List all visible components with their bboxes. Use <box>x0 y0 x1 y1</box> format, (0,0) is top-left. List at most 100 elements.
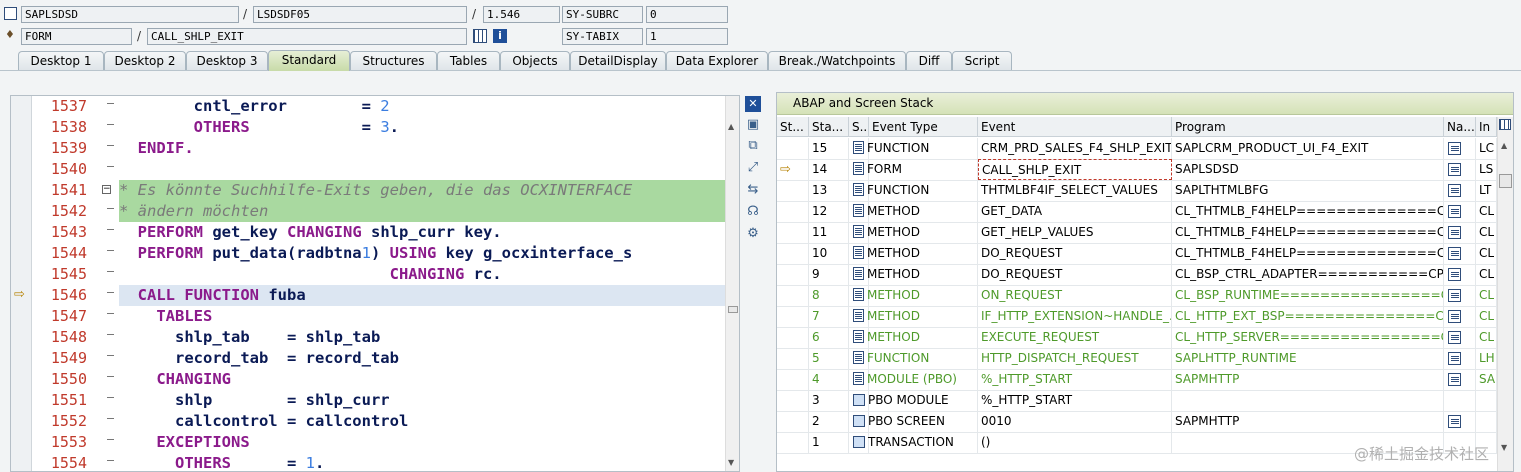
code-line[interactable]: 1544 PERFORM put_data(radbtna1) USING ke… <box>11 243 725 264</box>
navigate-icon[interactable] <box>1448 142 1461 155</box>
line-number[interactable]: 1548 <box>31 327 87 348</box>
code-line[interactable]: 1545 CHANGING rc. <box>11 264 725 285</box>
navigate-icon[interactable] <box>1448 373 1461 386</box>
stack-row[interactable]: 13 FUNCTION THTMLBF4IF_SELECT_VALUES SAPLTH… <box>777 180 1497 202</box>
navigate-icon[interactable] <box>1448 184 1461 197</box>
code-line[interactable]: 1550 CHANGING <box>11 369 725 390</box>
grid-icon[interactable] <box>473 29 487 43</box>
line-number[interactable]: 1547 <box>31 306 87 327</box>
scroll-up-arrow[interactable]: ▲ <box>728 122 734 131</box>
stack-row[interactable]: 3 PBO MODULE %_HTTP_START <box>777 390 1497 412</box>
scroll-thumb[interactable] <box>728 306 738 313</box>
layout-icon[interactable] <box>1499 119 1511 130</box>
navigate-icon[interactable] <box>1448 289 1461 302</box>
stack-row[interactable]: 5 FUNCTION HTTP_DISPATCH_REQUEST SAPLHTTP_R… <box>777 348 1497 370</box>
full-screen-icon[interactable]: ⤢ <box>745 160 761 176</box>
stack-row[interactable]: 10 METHOD DO_REQUEST CL_THTMLB_F4HELP======… <box>777 243 1497 265</box>
tab-diff[interactable]: Diff <box>906 51 952 70</box>
stack-row[interactable]: 12 METHOD GET_DATA CL_THTMLB_F4HELP========… <box>777 201 1497 223</box>
new-tool-icon[interactable]: ▣ <box>745 117 761 133</box>
stack-row[interactable]: 9 METHOD DO_REQUEST CL_BSP_CTRL_ADAPTER====… <box>777 264 1497 286</box>
code-line[interactable]: ⇨ 1546 CALL FUNCTION fuba <box>11 285 725 306</box>
headset-icon[interactable]: ☊ <box>745 204 761 220</box>
line-number[interactable]: 1545 <box>31 264 87 285</box>
line-number[interactable]: 1539 <box>31 138 87 159</box>
swap-tool-icon[interactable]: ⇆ <box>745 182 761 198</box>
stack-row[interactable]: 7 METHOD IF_HTTP_EXTENSION~HANDLE_... CL_HT… <box>777 306 1497 328</box>
code-line[interactable]: 1554 OTHERS = 1. <box>11 453 725 471</box>
column-header-program[interactable]: Program <box>1172 117 1444 137</box>
stack-row[interactable]: ⇨ 14 FORM CALL_SHLP_EXIT SAPLSDSD LS <box>777 159 1497 181</box>
tab-desktop-1[interactable]: Desktop 1 <box>18 51 104 70</box>
line-number[interactable]: 1551 <box>31 390 87 411</box>
scroll-down-arrow[interactable]: ▼ <box>728 458 734 467</box>
column-header-event[interactable]: Event <box>978 117 1172 137</box>
stack-row[interactable]: 6 METHOD EXECUTE_REQUEST CL_HTTP_SERVER====… <box>777 327 1497 349</box>
column-header-status[interactable]: St... <box>777 117 809 137</box>
tab-standard[interactable]: Standard <box>268 50 350 71</box>
line-number[interactable]: 1544 <box>31 243 87 264</box>
code-line[interactable]: 1547 TABLES <box>11 306 725 327</box>
source-code-panel[interactable]: 1537 cntl_error = 2 1538 OTHERS = 3. 1539 … <box>10 95 740 472</box>
code-line[interactable]: 1548 shlp_tab = shlp_tab <box>11 327 725 348</box>
code-line[interactable]: 1553 EXCEPTIONS <box>11 432 725 453</box>
code-line[interactable]: 1541 − * Es könnte Suchhilfe-Exits geben, … <box>11 180 725 201</box>
code-line[interactable]: 1543 PERFORM get_key CHANGING shlp_curr … <box>11 222 725 243</box>
event-field[interactable]: CALL_SHLP_EXIT <box>147 28 467 45</box>
line-number[interactable]: 1554 <box>31 453 87 471</box>
line-number[interactable]: 1553 <box>31 432 87 453</box>
stack-row[interactable]: 11 METHOD GET_HELP_VALUES CL_THTMLB_F4HELP=… <box>777 222 1497 244</box>
stack-vertical-scrollbar[interactable]: ▲ ▼ <box>1497 117 1513 471</box>
column-header-navigate[interactable]: Na... <box>1444 117 1476 137</box>
stack-row[interactable]: 15 FUNCTION CRM_PRD_SALES_F4_SHLP_EXIT SAPL… <box>777 138 1497 160</box>
line-number[interactable]: 1540 <box>31 159 87 180</box>
tab-desktop-3[interactable]: Desktop 3 <box>186 51 268 70</box>
stack-row[interactable]: 8 METHOD ON_REQUEST CL_BSP_RUNTIME=========… <box>777 285 1497 307</box>
navigate-icon[interactable] <box>1448 415 1461 428</box>
tab-data-explorer[interactable]: Data Explorer <box>666 51 768 70</box>
settings-tool-icon[interactable]: ⚙ <box>745 226 761 242</box>
info-icon[interactable]: i <box>493 29 507 43</box>
fold-toggle-icon[interactable]: − <box>102 185 111 194</box>
code-line[interactable]: 1538 OTHERS = 3. <box>11 117 725 138</box>
line-number[interactable]: 1542 <box>31 201 87 222</box>
tab-script[interactable]: Script <box>952 51 1012 70</box>
line-number[interactable]: 1543 <box>31 222 87 243</box>
code-line[interactable]: 1552 callcontrol = callcontrol <box>11 411 725 432</box>
navigate-icon[interactable] <box>1448 205 1461 218</box>
navigate-icon[interactable] <box>1448 268 1461 281</box>
code-line[interactable]: 1540 <box>11 159 725 180</box>
event-type-field[interactable]: FORM <box>21 28 132 45</box>
code-line[interactable]: 1537 cntl_error = 2 <box>11 96 725 117</box>
code-line[interactable]: 1539 ENDIF. <box>11 138 725 159</box>
code-line[interactable]: 1551 shlp = shlp_curr <box>11 390 725 411</box>
tab-desktop-2[interactable]: Desktop 2 <box>104 51 186 70</box>
line-number[interactable]: 1537 <box>31 96 87 117</box>
line-field[interactable]: 1.546 <box>483 6 560 23</box>
line-number[interactable]: 1541 <box>31 180 87 201</box>
scroll-down-arrow[interactable]: ▼ <box>1501 443 1507 452</box>
tab-tables[interactable]: Tables <box>437 51 500 70</box>
tab-structures[interactable]: Structures <box>350 51 437 70</box>
line-number[interactable]: 1552 <box>31 411 87 432</box>
navigate-icon[interactable] <box>1448 247 1461 260</box>
scroll-thumb[interactable] <box>1499 174 1512 188</box>
column-header-stack-level[interactable]: Sta... <box>809 117 849 137</box>
program-field[interactable]: SAPLSDSD <box>21 6 239 23</box>
stack-row[interactable]: 4 MODULE (PBO) %_HTTP_START SAPMHTTP SA <box>777 369 1497 391</box>
navigate-icon[interactable] <box>1448 163 1461 176</box>
column-header-include[interactable]: In <box>1476 117 1497 137</box>
line-number[interactable]: 1546 <box>31 285 87 306</box>
tab-objects[interactable]: Objects <box>500 51 570 70</box>
tab-breakpoints[interactable]: Break./Watchpoints <box>768 51 906 70</box>
line-number[interactable]: 1549 <box>31 348 87 369</box>
code-vertical-scrollbar[interactable]: ▲ ▼ <box>725 96 739 471</box>
line-number[interactable]: 1550 <box>31 369 87 390</box>
navigate-icon[interactable] <box>1448 331 1461 344</box>
line-number[interactable]: 1538 <box>31 117 87 138</box>
navigate-icon[interactable] <box>1448 226 1461 239</box>
code-line[interactable]: 1542 * ändern möchten <box>11 201 725 222</box>
tab-detaildisplay[interactable]: DetailDisplay <box>570 51 666 70</box>
navigate-icon[interactable] <box>1448 310 1461 323</box>
scroll-up-arrow[interactable]: ▲ <box>1501 141 1507 150</box>
